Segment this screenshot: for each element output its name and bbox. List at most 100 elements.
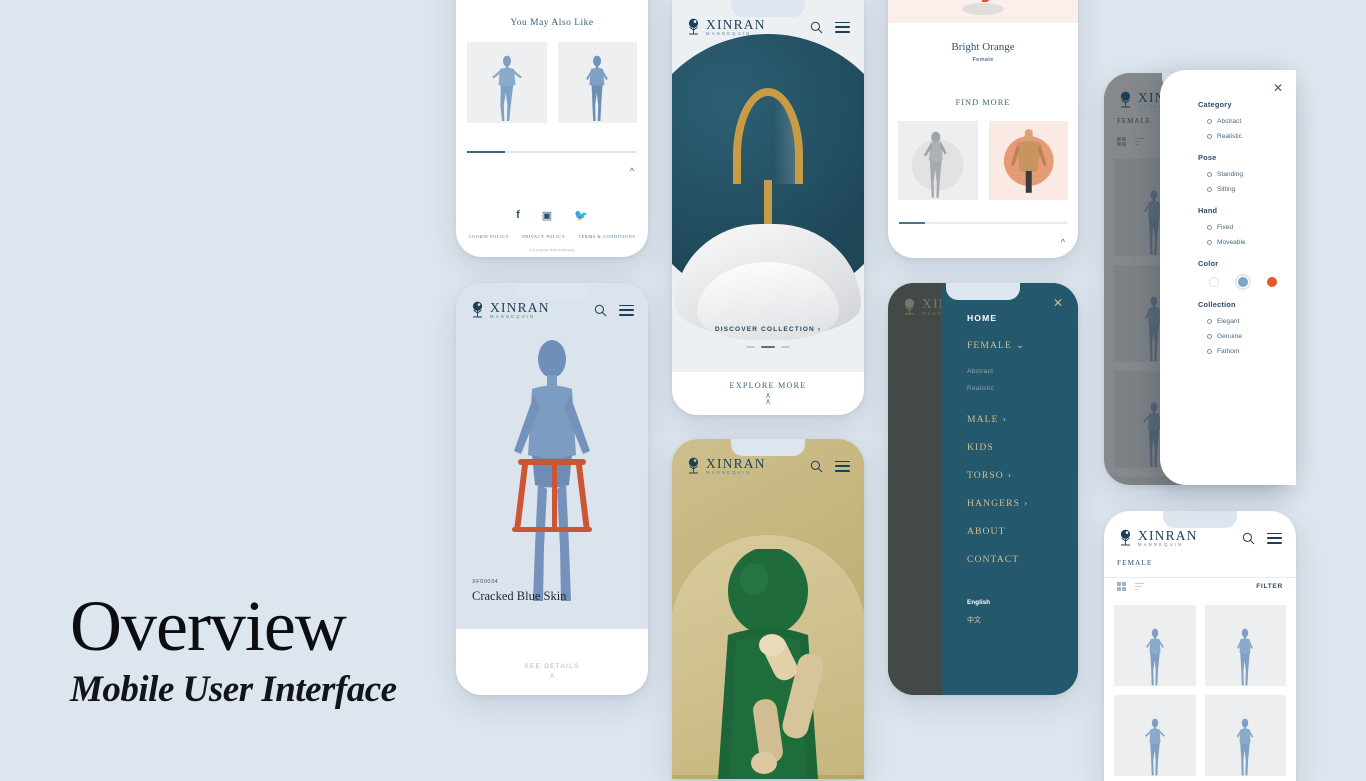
color-swatch-blue-selected[interactable] bbox=[1238, 277, 1248, 287]
brand-logo[interactable]: XINRAN MANNEQUIN bbox=[686, 18, 766, 37]
facebook-icon[interactable]: f bbox=[516, 209, 520, 222]
filter-option-elegant[interactable]: Elegant bbox=[1207, 318, 1296, 325]
menu-button[interactable] bbox=[835, 460, 850, 472]
carousel-indicator[interactable] bbox=[672, 346, 864, 348]
product-card[interactable] bbox=[467, 42, 547, 123]
filter-button[interactable]: FILTER bbox=[1256, 583, 1283, 590]
scroll-progress-bar[interactable] bbox=[899, 222, 1067, 224]
brand-logo[interactable]: XINRAN MANNEQUIN bbox=[686, 457, 766, 476]
radio-icon[interactable] bbox=[1207, 119, 1212, 124]
radio-icon[interactable] bbox=[1207, 172, 1212, 177]
radio-icon[interactable] bbox=[1207, 134, 1212, 139]
nav-subitem-realistic[interactable]: Realistic bbox=[967, 385, 1078, 392]
catalog-item[interactable] bbox=[1114, 695, 1196, 776]
nav-item-kids[interactable]: KIDS bbox=[967, 442, 1078, 453]
search-icon[interactable] bbox=[810, 460, 823, 473]
brand-name: XINRAN bbox=[706, 455, 766, 471]
grid-view-icon[interactable] bbox=[1117, 582, 1126, 591]
nav-subitem-abstract[interactable]: Abstract bbox=[967, 368, 1078, 375]
nav-item-female[interactable]: FEMALE ⌄ bbox=[967, 340, 1078, 351]
language-option-chinese[interactable]: 中文 bbox=[967, 615, 1078, 625]
catalog-toolbar: FILTER bbox=[1117, 582, 1283, 591]
filter-option-sitting[interactable]: Sitting bbox=[1207, 186, 1296, 193]
radio-icon[interactable] bbox=[1207, 334, 1212, 339]
nav-item-contact[interactable]: CONTACT bbox=[967, 554, 1078, 565]
filter-group-title-hand: Hand bbox=[1198, 206, 1218, 215]
filter-option-standing[interactable]: Standing bbox=[1207, 171, 1296, 178]
search-icon[interactable] bbox=[810, 21, 823, 34]
product-stage bbox=[456, 283, 648, 629]
product-info: XF00034 Cracked Blue Skin bbox=[456, 579, 648, 604]
carousel-dot[interactable] bbox=[781, 346, 790, 348]
scroll-to-top-button[interactable]: ^ bbox=[888, 224, 1078, 250]
mannequin-figure-icon bbox=[491, 55, 522, 121]
search-icon[interactable] bbox=[1242, 532, 1255, 545]
scroll-to-top-button[interactable]: ^ bbox=[456, 153, 648, 179]
menu-button[interactable] bbox=[619, 304, 634, 316]
catalog-item[interactable] bbox=[1204, 695, 1286, 776]
explore-more-section[interactable]: EXPLORE MORE ∧ ∧ bbox=[672, 372, 864, 415]
product-card[interactable] bbox=[898, 121, 978, 200]
phone-product-detail-blue: XF00034 Cracked Blue Skin SEE DETAILS ∧ … bbox=[456, 283, 648, 695]
filter-option-genuine[interactable]: Genuine bbox=[1207, 333, 1296, 340]
brand-tagline: MANNEQUIN bbox=[706, 31, 752, 37]
mannequin-figure-icon bbox=[1237, 628, 1254, 686]
catalog-item[interactable] bbox=[1114, 605, 1196, 686]
sort-icon[interactable] bbox=[1135, 582, 1144, 591]
nav-item-male[interactable]: MALE › bbox=[967, 414, 1078, 425]
related-products bbox=[888, 107, 1078, 200]
explore-more-label: EXPLORE MORE bbox=[729, 381, 807, 390]
link-privacy-policy[interactable]: PRIVACY POLICY bbox=[522, 234, 565, 239]
product-name: Cracked Blue Skin bbox=[472, 589, 567, 603]
link-terms[interactable]: TERMS & CONDITIONS bbox=[578, 234, 635, 239]
chevron-down-icon: ⌄ bbox=[1015, 340, 1026, 351]
radio-icon[interactable] bbox=[1207, 240, 1212, 245]
radio-icon[interactable] bbox=[1207, 319, 1212, 324]
catalog-item[interactable] bbox=[1204, 605, 1286, 686]
recommendation-cards bbox=[456, 28, 648, 123]
close-icon[interactable]: ✕ bbox=[1273, 82, 1283, 94]
link-cookie-policy[interactable]: COOKIE POLICY bbox=[469, 234, 510, 239]
twitter-icon[interactable]: 🐦 bbox=[574, 209, 588, 222]
page-subtitle: Mobile User Interface bbox=[70, 669, 397, 711]
filter-option-realistic[interactable]: Realistic bbox=[1207, 133, 1296, 140]
brand-logo[interactable]: XINRAN MANNEQUIN bbox=[470, 301, 550, 320]
radio-icon[interactable] bbox=[1207, 349, 1212, 354]
product-card[interactable] bbox=[557, 42, 637, 123]
nav-item-hangers[interactable]: HANGERS › bbox=[967, 498, 1078, 509]
filter-option-fixed[interactable]: Fixed bbox=[1207, 224, 1296, 231]
filter-option-moveable[interactable]: Moveable bbox=[1207, 239, 1296, 246]
filter-option-fathom[interactable]: Fathom bbox=[1207, 348, 1296, 355]
menu-button[interactable] bbox=[1267, 532, 1282, 544]
mannequin-figure-icon bbox=[586, 55, 609, 121]
nav-item-home[interactable]: HOME bbox=[967, 313, 1078, 323]
divider bbox=[1104, 577, 1296, 578]
menu-button[interactable] bbox=[835, 21, 850, 33]
filter-option-abstract[interactable]: Abstract bbox=[1207, 118, 1296, 125]
carousel-dot[interactable] bbox=[746, 346, 755, 348]
language-option-english[interactable]: English bbox=[967, 599, 1078, 606]
nav-item-about[interactable]: ABOUT bbox=[967, 526, 1078, 537]
radio-icon[interactable] bbox=[1207, 225, 1212, 230]
carousel-dot-active[interactable] bbox=[761, 346, 775, 348]
brand-logo[interactable]: XINRAN MANNEQUIN bbox=[1118, 529, 1198, 548]
see-details-section[interactable]: SEE DETAILS ∧ bbox=[456, 643, 648, 695]
find-more-link[interactable]: FIND MORE bbox=[888, 98, 1078, 107]
close-icon[interactable]: ✕ bbox=[1053, 297, 1063, 309]
mannequin-figure-icon bbox=[1236, 718, 1254, 776]
nav-item-torso[interactable]: TORSO › bbox=[967, 470, 1078, 481]
mannequin-figure-icon bbox=[1144, 718, 1165, 776]
color-swatch-white[interactable] bbox=[1209, 277, 1219, 287]
color-swatch-orange[interactable] bbox=[1267, 277, 1277, 287]
phone-notch bbox=[731, 0, 805, 17]
discover-collection-button[interactable]: DISCOVER COLLECTION › bbox=[672, 326, 864, 333]
filter-group-title-collection: Collection bbox=[1198, 300, 1236, 309]
scroll-progress-bar[interactable] bbox=[467, 151, 637, 153]
instagram-icon[interactable]: ▣ bbox=[542, 209, 552, 222]
product-card[interactable] bbox=[988, 121, 1068, 200]
copyright-text: Copyright@ Xinran Display bbox=[528, 248, 576, 252]
option-label: Standing bbox=[1217, 171, 1244, 178]
search-icon[interactable] bbox=[594, 304, 607, 317]
radio-icon[interactable] bbox=[1207, 187, 1212, 192]
nav-label: HANGERS bbox=[967, 498, 1021, 509]
